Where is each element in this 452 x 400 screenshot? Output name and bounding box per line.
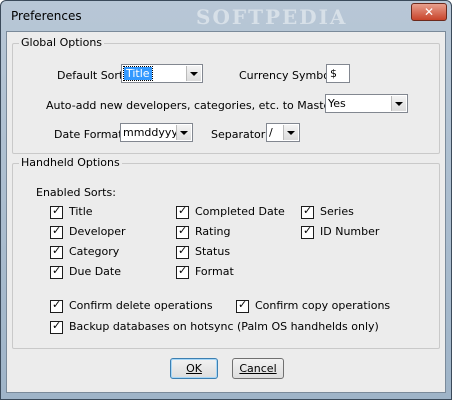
- checkbox-checked-icon[interactable]: [176, 224, 189, 239]
- checkbox-label: ID Number: [320, 225, 380, 238]
- separator-label: Separator:: [211, 128, 269, 141]
- default-sort-label: Default Sort:: [57, 69, 127, 82]
- checkbox-label: Format: [195, 265, 234, 278]
- checkbox-checked-icon[interactable]: [50, 319, 63, 334]
- checkbox-checked-icon[interactable]: [301, 224, 314, 239]
- close-button[interactable]: ✕: [411, 3, 447, 21]
- currency-symbol-input[interactable]: $: [326, 64, 350, 83]
- default-sort-value: Title: [123, 66, 153, 81]
- auto-add-label: Auto-add new developers, categories, etc…: [46, 99, 367, 112]
- checkbox-label: Confirm delete operations: [69, 299, 213, 312]
- auto-add-select[interactable]: Yes: [325, 94, 408, 113]
- dialog-body: Global Options Default Sort: Title Curre…: [6, 31, 446, 393]
- window-title: Preferences: [11, 9, 82, 23]
- checkbox-checked-icon[interactable]: [50, 298, 63, 313]
- enabled-sorts-label: Enabled Sorts:: [36, 186, 116, 199]
- separator-select[interactable]: /: [266, 123, 300, 142]
- title-bar[interactable]: Preferences SOFTPEDIA ✕: [1, 1, 451, 31]
- checkbox-checked-icon[interactable]: [176, 264, 189, 279]
- checkbox-checked-icon[interactable]: [50, 224, 63, 239]
- checkbox-label: Series: [320, 205, 354, 218]
- chevron-down-icon[interactable]: [283, 125, 298, 140]
- checkbox-checked-icon[interactable]: [176, 244, 189, 259]
- checkbox-label: Rating: [195, 225, 231, 238]
- checkbox-checked-icon[interactable]: [50, 204, 63, 219]
- ok-button[interactable]: OK: [170, 358, 218, 379]
- separator-value: /: [269, 126, 273, 139]
- checkbox-label: Confirm copy operations: [255, 299, 391, 312]
- checkbox-label: Backup databases on hotsync (Palm OS han…: [69, 320, 379, 333]
- ok-button-label: OK: [186, 362, 202, 375]
- default-sort-select[interactable]: Title: [121, 64, 203, 83]
- checkbox-label: Developer: [69, 225, 126, 238]
- handheld-options-group: Handheld Options Enabled Sorts: Title De…: [12, 156, 440, 349]
- cancel-button[interactable]: Cancel: [232, 358, 284, 379]
- date-format-label: Date Format:: [54, 128, 127, 141]
- currency-symbol-label: Currency Symbol:: [239, 69, 337, 82]
- checkbox-checked-icon[interactable]: [236, 298, 249, 313]
- watermark: SOFTPEDIA: [196, 5, 348, 29]
- checkbox-checked-icon[interactable]: [50, 264, 63, 279]
- cancel-button-label: Cancel: [239, 362, 277, 375]
- preferences-window: Preferences SOFTPEDIA ✕ Global Options D…: [0, 0, 452, 400]
- global-options-legend: Global Options: [19, 36, 105, 49]
- chevron-down-icon[interactable]: [186, 66, 201, 81]
- checkbox-checked-icon[interactable]: [176, 204, 189, 219]
- checkbox-checked-icon[interactable]: [301, 204, 314, 219]
- checkbox-label: Title: [69, 205, 93, 218]
- auto-add-value: Yes: [328, 97, 346, 110]
- checkbox-label: Due Date: [69, 265, 121, 278]
- checkbox-label: Completed Date: [195, 205, 285, 218]
- chevron-down-icon[interactable]: [391, 96, 406, 111]
- currency-symbol-value: $: [330, 67, 337, 80]
- chevron-down-icon[interactable]: [176, 125, 191, 140]
- date-format-select[interactable]: mmddyyyy: [120, 123, 193, 142]
- checkbox-checked-icon[interactable]: [50, 244, 63, 259]
- checkbox-label: Category: [69, 245, 120, 258]
- checkbox-label: Status: [195, 245, 231, 258]
- global-options-group: Global Options Default Sort: Title Curre…: [12, 36, 440, 154]
- handheld-options-legend: Handheld Options: [19, 156, 122, 169]
- close-icon: ✕: [423, 5, 435, 19]
